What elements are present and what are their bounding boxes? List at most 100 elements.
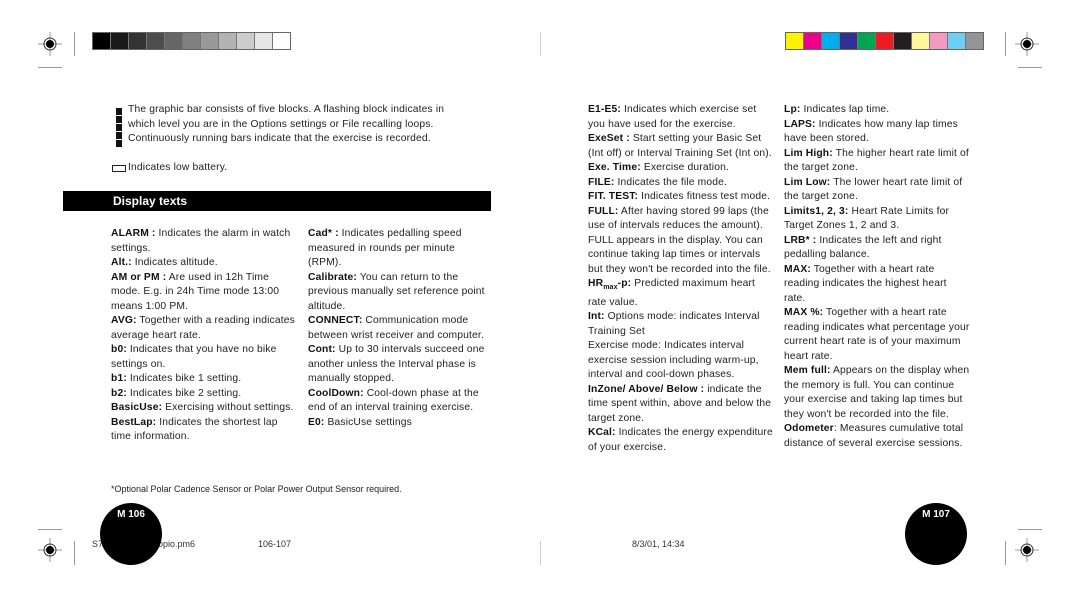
color-swatch [822,33,840,49]
definition-entry: AM or PM : Are used in 12h Time mode. E.… [111,271,295,315]
definitions-column-1: ALARM : Indicates the alarm in watch set… [111,227,295,445]
page-number-label: M 106 [117,509,145,520]
definition-term: Lp: [784,104,801,115]
definition-entry: Exe. Time: Exercise duration. [588,161,774,176]
trim-line [1005,32,1006,56]
definition-term: AM or PM : [111,271,167,283]
definition-term: CONNECT: [308,315,363,326]
definition-term: FULL: [588,205,619,217]
definition-term: E1-E5: [588,104,621,115]
color-swatch [165,33,183,49]
color-swatch [966,33,983,49]
low-battery-icon [112,165,126,172]
definition-text: Exercising without settings. [162,402,294,413]
definition-term: b0: [111,344,127,355]
color-swatch [273,33,290,49]
color-swatch [183,33,201,49]
definition-entry: BestLap: Indicates the shortest lap time… [111,416,295,445]
trim-line [540,541,541,565]
definition-term: CoolDown: [308,387,364,399]
definitions-column-2: Cad* : Indicates pedalling speed measure… [308,227,486,430]
definition-term: b2: [111,387,127,399]
definition-text: Indicates fitness test mode. [638,191,771,202]
trim-line [74,32,75,56]
definition-text: Indicates the file mode. [614,176,728,188]
grayscale-calibration-strip [92,32,291,50]
definition-term: AVG: [111,315,137,326]
definition-term: FILE: [588,176,615,188]
color-swatch [147,33,165,49]
color-swatch [948,33,966,49]
definition-entry: Cad* : Indicates pedalling speed measure… [308,227,486,271]
definitions-column-4: Lp: Indicates lap time. LAPS: Indicates h… [784,103,970,451]
definition-term: MAX: [784,263,811,275]
definition-text: Indicates bike 2 setting. [126,387,242,399]
definition-text: Indicates altitude. [131,257,218,268]
definition-entry: MAX %: Together with a heart rate readin… [784,306,970,364]
definition-entry: LAPS: Indicates how many lap times have … [784,118,970,147]
definition-term: FIT. TEST: [588,191,639,202]
definition-entry: E0: BasicUse settings [308,416,486,431]
definition-term: b1: [111,373,127,384]
definition-term: Calibrate: [308,271,357,283]
trim-line [1018,529,1042,530]
trim-line [540,32,541,56]
definition-entry: b2: Indicates bike 2 setting. [111,387,295,402]
color-swatch [93,33,111,49]
color-swatch [111,33,129,49]
color-swatch [786,33,804,49]
registration-mark-icon [1015,538,1039,562]
page-number-left: M 106 [100,503,162,565]
definition-term: HRmax-p: [588,278,632,292]
slug-file-name-end: opio.pm6 [158,539,196,549]
definition-term: Alt.: [111,257,132,268]
definition-entry: Alt.: Indicates altitude. [111,256,295,271]
definition-term: BasicUse: [111,402,163,413]
definition-entry: AVG: Together with a reading indicates a… [111,314,295,343]
color-swatch [876,33,894,49]
definition-term: InZone/ Above/ Below : [588,383,705,395]
color-swatch [804,33,822,49]
graphic-bar-icon [116,108,122,147]
definitions-column-3: E1-E5: Indicates which exercise set you … [588,103,774,455]
definition-entry: FILE: Indicates the file mode. [588,176,774,191]
definition-entry: CONNECT: Communication mode between wris… [308,314,486,343]
color-swatch [201,33,219,49]
definition-entry: Odometer: Measures cumulative total dist… [784,422,970,451]
trim-line [38,67,62,68]
definition-term: Cont: [308,344,336,355]
definition-entry: FULL: After having stored 99 laps (the u… [588,205,774,278]
definition-entry: Lim High: The higher heart rate limit of… [784,147,970,176]
definition-entry: Limits1, 2, 3: Heart Rate Limits for Tar… [784,205,970,234]
definition-entry: Int: Options mode: indicates Interval Tr… [588,310,774,339]
low-battery-description: Indicates low battery. [128,162,228,173]
definition-term: Lim High: [784,147,833,159]
definition-text: Together with a reading indicates averag… [111,315,295,341]
definition-text: Exercise duration. [640,162,729,173]
trim-line [1005,541,1006,565]
registration-mark-icon [1015,32,1039,56]
definition-term: MAX %: [784,307,824,318]
definition-entry: E1-E5: Indicates which exercise set you … [588,103,774,132]
definition-term: LAPS: [784,118,816,130]
color-calibration-strip [785,32,984,50]
definition-text: Indicates lap time. [800,104,890,115]
definition-entry: Mem full: Appears on the display when th… [784,364,970,422]
graphic-bar-description: The graphic bar consists of five blocks.… [128,104,445,144]
color-swatch [255,33,273,49]
definition-term: Lim Low: [784,176,831,188]
definition-entry: BasicUse: Exercising without settings. [111,401,295,416]
definition-entry: b1: Indicates bike 1 setting. [111,372,295,387]
slug-pages: 106-107 [258,539,292,549]
color-swatch [129,33,147,49]
definition-entry: Calibrate: You can return to the previou… [308,271,486,315]
color-swatch [840,33,858,49]
slug-datetime: 8/3/01, 14:34 [632,539,685,549]
definition-term: ALARM : [111,228,156,239]
definition-term: LRB* : [784,234,817,246]
definition-term: Mem full: [784,365,831,376]
definition-entry: Lp: Indicates lap time. [784,103,970,118]
color-swatch [930,33,948,49]
definition-term: ExeSet : [588,133,630,144]
color-swatch [858,33,876,49]
